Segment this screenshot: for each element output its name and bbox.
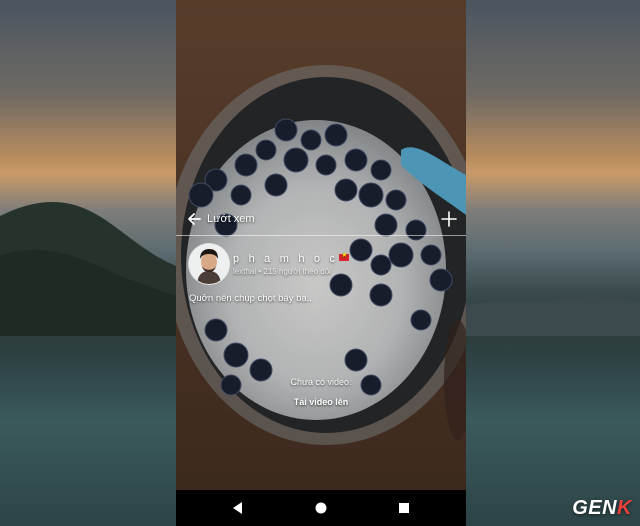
watermark-prefix: GEN <box>572 497 618 519</box>
profile-meta: lexthai • 215 người theo dõi <box>233 267 331 276</box>
empty-feed-message: Chưa có video. <box>290 377 352 387</box>
avatar[interactable] <box>189 244 229 284</box>
upload-video-link[interactable]: Tải video lên <box>176 397 466 407</box>
circle-home-icon[interactable] <box>311 498 331 518</box>
profile-top-bar: Lướt xem <box>176 205 466 235</box>
plus-icon[interactable] <box>440 210 458 228</box>
arrow-left-icon[interactable] <box>185 210 203 228</box>
watermark-suffix: K <box>617 497 632 519</box>
genk-watermark-logo: GENK <box>572 497 632 520</box>
header-divider <box>176 235 466 236</box>
android-nav-bar <box>176 490 466 526</box>
avatar-portrait-icon <box>189 244 229 284</box>
profile-username: p h a m h o c <box>233 251 350 265</box>
vietnam-flag-icon <box>339 251 350 261</box>
username-text: p h a m h o c <box>233 253 339 265</box>
profile-handle: lexthai <box>233 267 257 276</box>
page-title: Lướt xem <box>207 213 255 225</box>
profile-bio: Quởn nên chụp chọt bậy bạ.. <box>189 293 312 304</box>
triangle-back-icon[interactable] <box>228 498 248 518</box>
follower-count: 215 người theo dõi <box>263 267 331 276</box>
phone-screen: Lướt xem p h a m h o c lexthai • 215 ngư… <box>176 0 466 526</box>
square-recent-icon[interactable] <box>394 498 414 518</box>
